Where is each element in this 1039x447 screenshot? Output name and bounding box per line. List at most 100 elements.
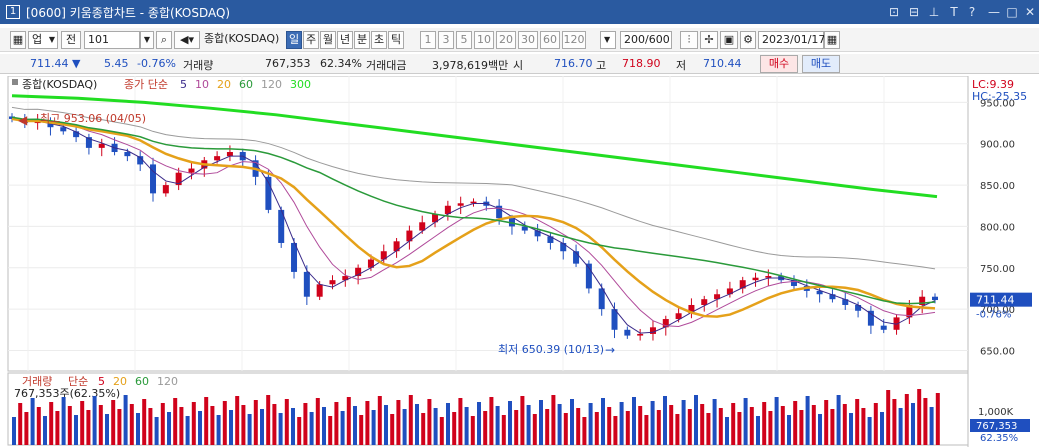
settings-gear-icon[interactable]: ⚙ xyxy=(740,31,756,49)
y-tick-label: 850.00 xyxy=(980,181,1015,192)
volume-bar xyxy=(613,416,618,445)
candle-body xyxy=(214,156,221,161)
candle-body xyxy=(701,299,708,305)
volume-bar xyxy=(86,410,91,445)
chart-area[interactable]: 950.00 900.00 850.00 800.00 750.00 700.00 650.… xyxy=(0,75,1039,447)
restore-panel-icon[interactable]: ⊡ xyxy=(886,4,902,20)
interval-button-10[interactable]: 10 xyxy=(474,31,494,49)
calendar-icon[interactable]: ▦ xyxy=(824,31,840,49)
volume-bar xyxy=(353,406,357,445)
volume-bar xyxy=(811,405,816,445)
volume-bar xyxy=(334,402,339,445)
save-icon[interactable]: ▣ xyxy=(720,31,738,49)
volume-bar xyxy=(898,408,903,445)
buy-button[interactable]: 매수 xyxy=(760,55,798,73)
close-icon[interactable]: ✕ xyxy=(1022,4,1038,20)
font-icon[interactable]: T xyxy=(946,4,962,20)
volume-bar xyxy=(855,399,860,445)
interval-button-5[interactable]: 5 xyxy=(456,31,472,49)
maximize-icon[interactable]: □ xyxy=(1004,4,1020,20)
volume-bar xyxy=(588,403,593,445)
volume-bar xyxy=(49,402,54,445)
legend-marker-icon xyxy=(12,79,18,85)
volume-bar xyxy=(917,389,922,445)
volume-bar xyxy=(148,408,153,445)
interval-dropdown-icon[interactable]: ▼ xyxy=(600,31,616,49)
volume-bar xyxy=(842,404,847,445)
volume-bar xyxy=(669,405,674,445)
sell-button[interactable]: 매도 xyxy=(802,55,840,73)
code-input[interactable]: 101 xyxy=(84,31,140,49)
legend-ma-20: 20 xyxy=(217,78,231,91)
volume-bar xyxy=(625,411,630,445)
volume-legend-ma-60: 60 xyxy=(135,375,149,388)
period-tab-4[interactable]: 분 xyxy=(354,31,370,49)
pin-icon[interactable]: ⊥ xyxy=(926,4,942,20)
interval-button-20[interactable]: 20 xyxy=(496,31,516,49)
period-tab-0[interactable]: 일 xyxy=(286,31,302,49)
market-select[interactable]: 업 ▼ xyxy=(28,31,58,49)
period-tab-3[interactable]: 년 xyxy=(337,31,353,49)
volume-bar xyxy=(756,416,760,445)
volume-bar xyxy=(309,412,314,445)
period-tab-2[interactable]: 월 xyxy=(320,31,336,49)
split-panel-icon[interactable]: ⊟ xyxy=(906,4,922,20)
crosshair-icon[interactable]: ✢ xyxy=(700,31,718,49)
y-tick-label: 900.00 xyxy=(980,140,1015,151)
volume-bar xyxy=(582,417,587,445)
volume-bar xyxy=(365,401,370,445)
period-tab-5[interactable]: 초 xyxy=(371,31,387,49)
volume-bar xyxy=(278,413,283,445)
volume-bar xyxy=(576,408,581,445)
legend-ma-5: 5 xyxy=(180,78,187,91)
volume-bar xyxy=(718,408,723,445)
candle-body xyxy=(752,277,759,281)
search-icon[interactable]: ⌕ xyxy=(156,31,172,49)
volume-bar xyxy=(743,398,748,445)
volume-bar xyxy=(489,397,494,445)
candle-type-icon[interactable]: ⫶ xyxy=(680,31,698,49)
candle-body xyxy=(303,271,310,297)
prev-button[interactable]: 전 xyxy=(61,31,81,49)
layout-icon[interactable]: ▦ xyxy=(10,31,26,49)
volume-bar xyxy=(235,396,240,445)
candle-body xyxy=(932,296,938,301)
help-icon[interactable]: ? xyxy=(964,4,980,20)
volume-bar xyxy=(92,396,97,445)
volume-bar xyxy=(904,394,909,445)
volume-bar xyxy=(346,397,351,445)
candle-body xyxy=(329,280,336,285)
volume-bar xyxy=(712,399,717,445)
volume-bar xyxy=(30,398,35,445)
volume-bar xyxy=(427,399,432,445)
volume-bar xyxy=(198,411,202,445)
volume-bar xyxy=(477,402,481,445)
period-tab-1[interactable]: 주 xyxy=(303,31,319,49)
interval-button-30[interactable]: 30 xyxy=(518,31,538,49)
interval-button-60[interactable]: 60 xyxy=(540,31,560,49)
volume-bar xyxy=(129,404,134,445)
volume-bar xyxy=(768,411,773,445)
count-field[interactable]: 200/600 xyxy=(620,31,672,49)
minimize-icon[interactable]: — xyxy=(986,4,1002,20)
volume-bar xyxy=(322,407,326,445)
volume-bar xyxy=(656,410,661,445)
interval-button-120[interactable]: 120 xyxy=(562,31,586,49)
speaker-icon[interactable]: ◀▾ xyxy=(174,31,200,49)
candlestick-chart[interactable]: 950.00900.00850.00800.00750.00700.00650.… xyxy=(0,75,1039,447)
volume-bar xyxy=(315,398,320,445)
volume-bar xyxy=(824,400,829,445)
price-legend-prefix: 종가 단순 xyxy=(124,78,168,91)
volume-bar xyxy=(830,409,835,445)
hc-label: HC:-25.35 xyxy=(972,90,1027,103)
code-dropdown-icon[interactable]: ▼ xyxy=(140,31,154,49)
volume-bar xyxy=(173,398,178,445)
period-tab-6[interactable]: 틱 xyxy=(388,31,404,49)
volume-bar xyxy=(390,414,395,445)
volume-bar xyxy=(136,413,140,445)
interval-button-1[interactable]: 1 xyxy=(420,31,436,49)
date-field[interactable]: 2023/01/17 xyxy=(758,31,825,49)
volume-bar xyxy=(105,414,109,445)
interval-button-3[interactable]: 3 xyxy=(438,31,454,49)
market-select-label: 업 xyxy=(32,33,43,46)
